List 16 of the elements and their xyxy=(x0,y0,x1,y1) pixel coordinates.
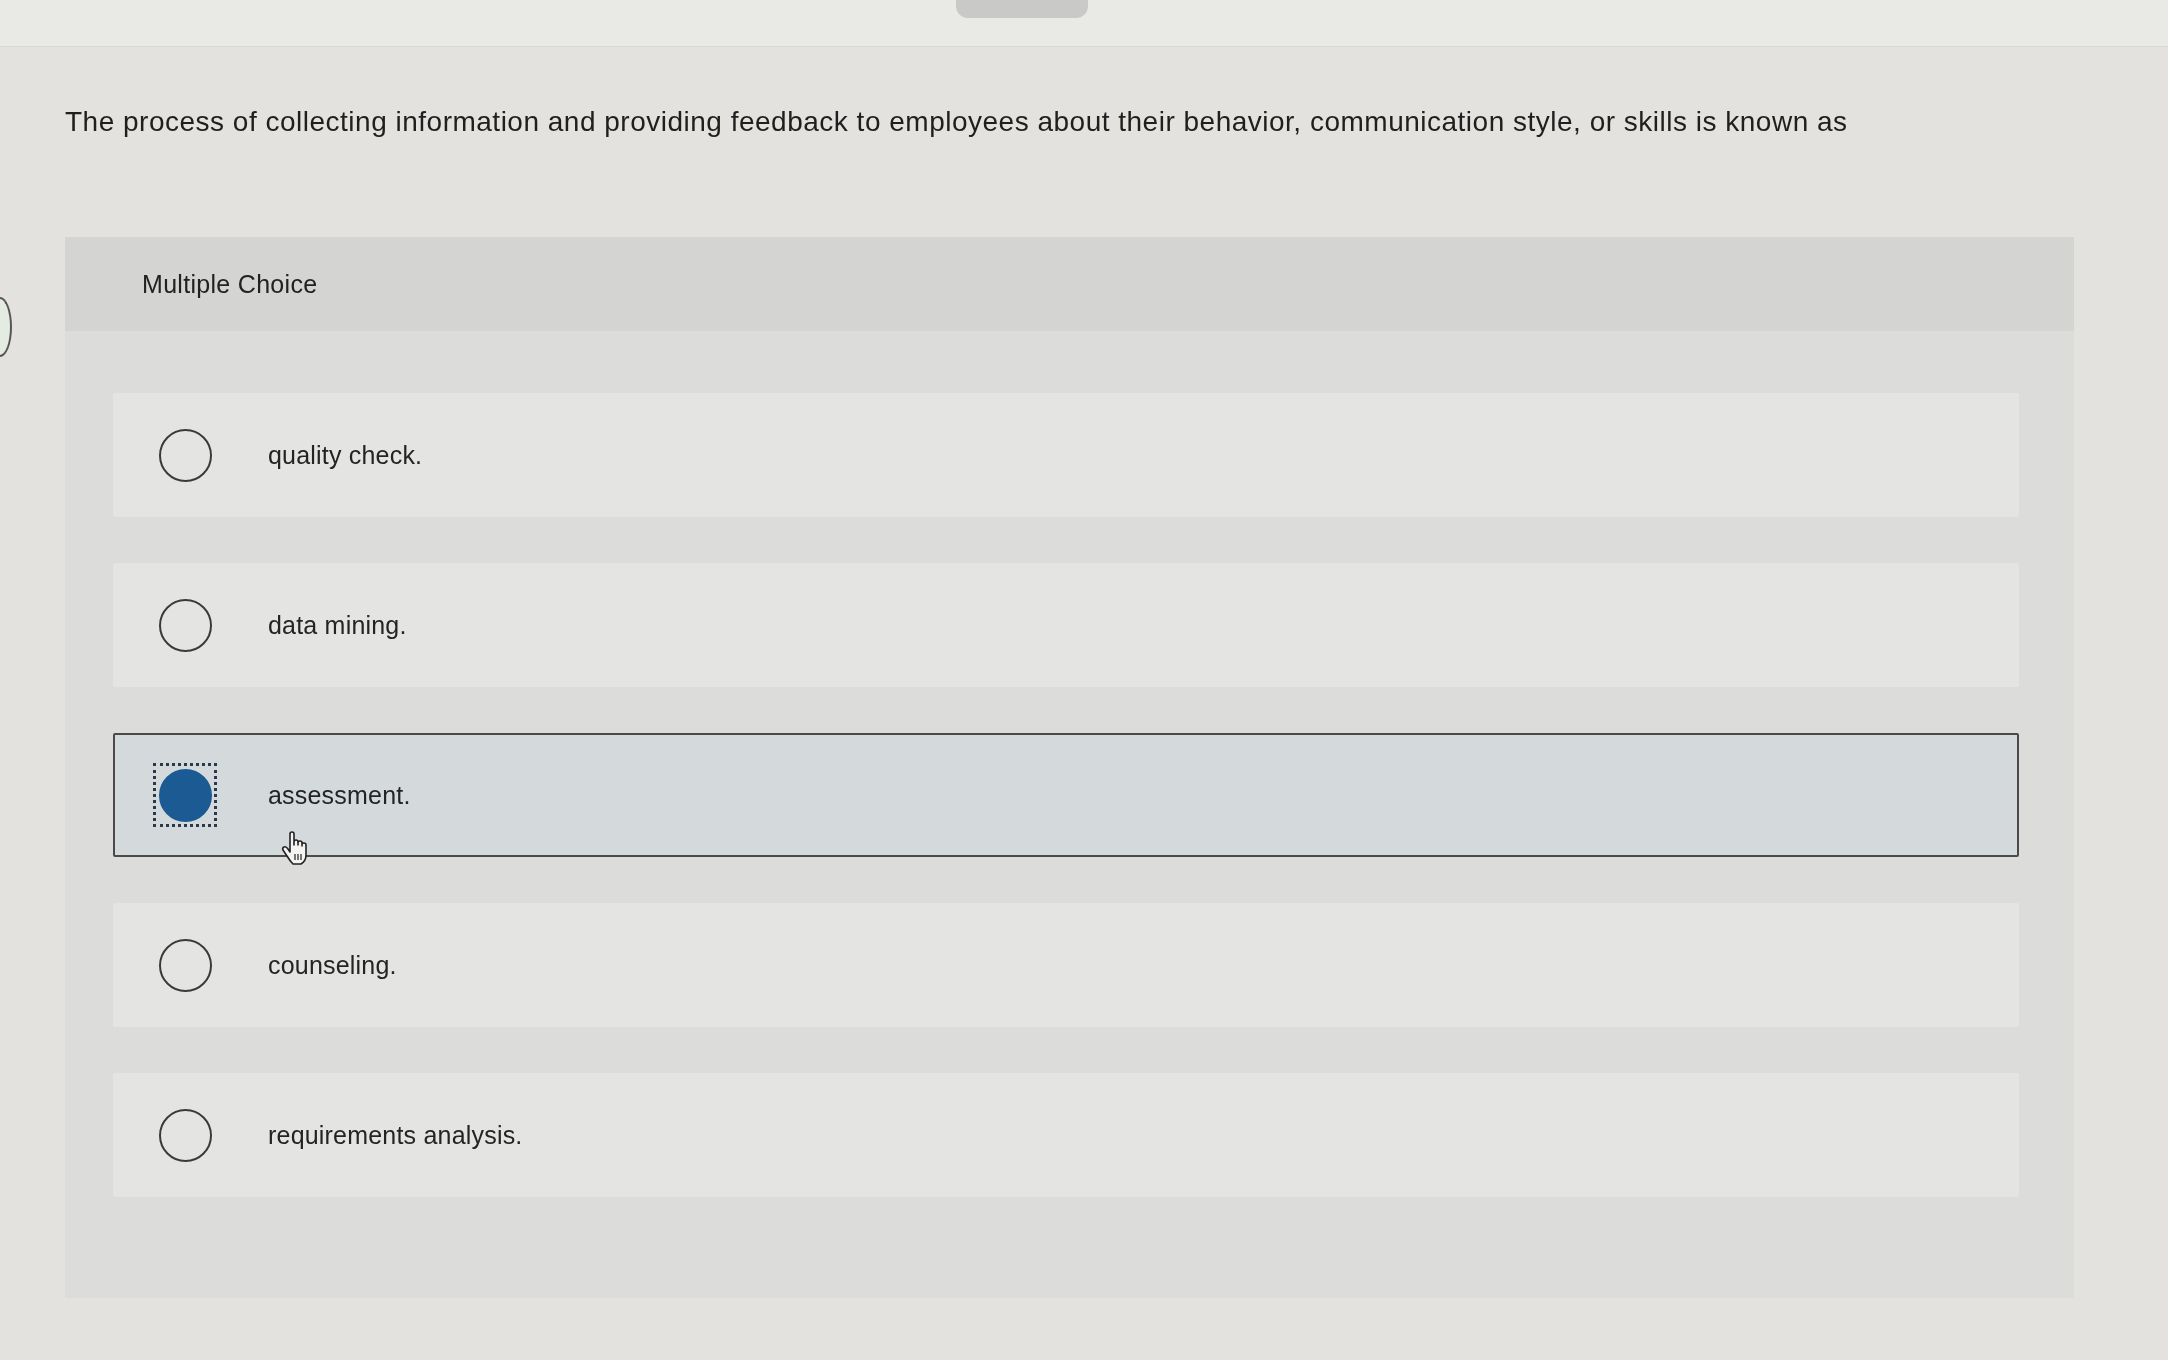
answer-option[interactable]: requirements analysis. xyxy=(113,1073,2019,1197)
question-text: The process of collecting information and providing feedback to employees about their behavior, communication style, or skills is known as xyxy=(65,105,1848,139)
round-button[interactable] xyxy=(0,297,12,357)
option-label: counseling. xyxy=(268,950,397,980)
option-label: quality check. xyxy=(268,440,423,470)
option-label: assessment. xyxy=(268,780,411,810)
radio-button[interactable] xyxy=(158,1108,212,1162)
answer-option[interactable]: data mining. xyxy=(113,563,2019,687)
option-label: data mining. xyxy=(268,610,407,640)
option-label: requirements analysis. xyxy=(268,1120,523,1150)
question-type-label: Multiple Choice xyxy=(142,269,318,299)
radio-button[interactable] xyxy=(158,428,212,482)
radio-button[interactable] xyxy=(158,598,212,652)
answer-option[interactable]: quality check. xyxy=(113,393,2019,517)
answer-option[interactable]: counseling. xyxy=(113,903,2019,1027)
radio-button[interactable] xyxy=(158,938,212,992)
